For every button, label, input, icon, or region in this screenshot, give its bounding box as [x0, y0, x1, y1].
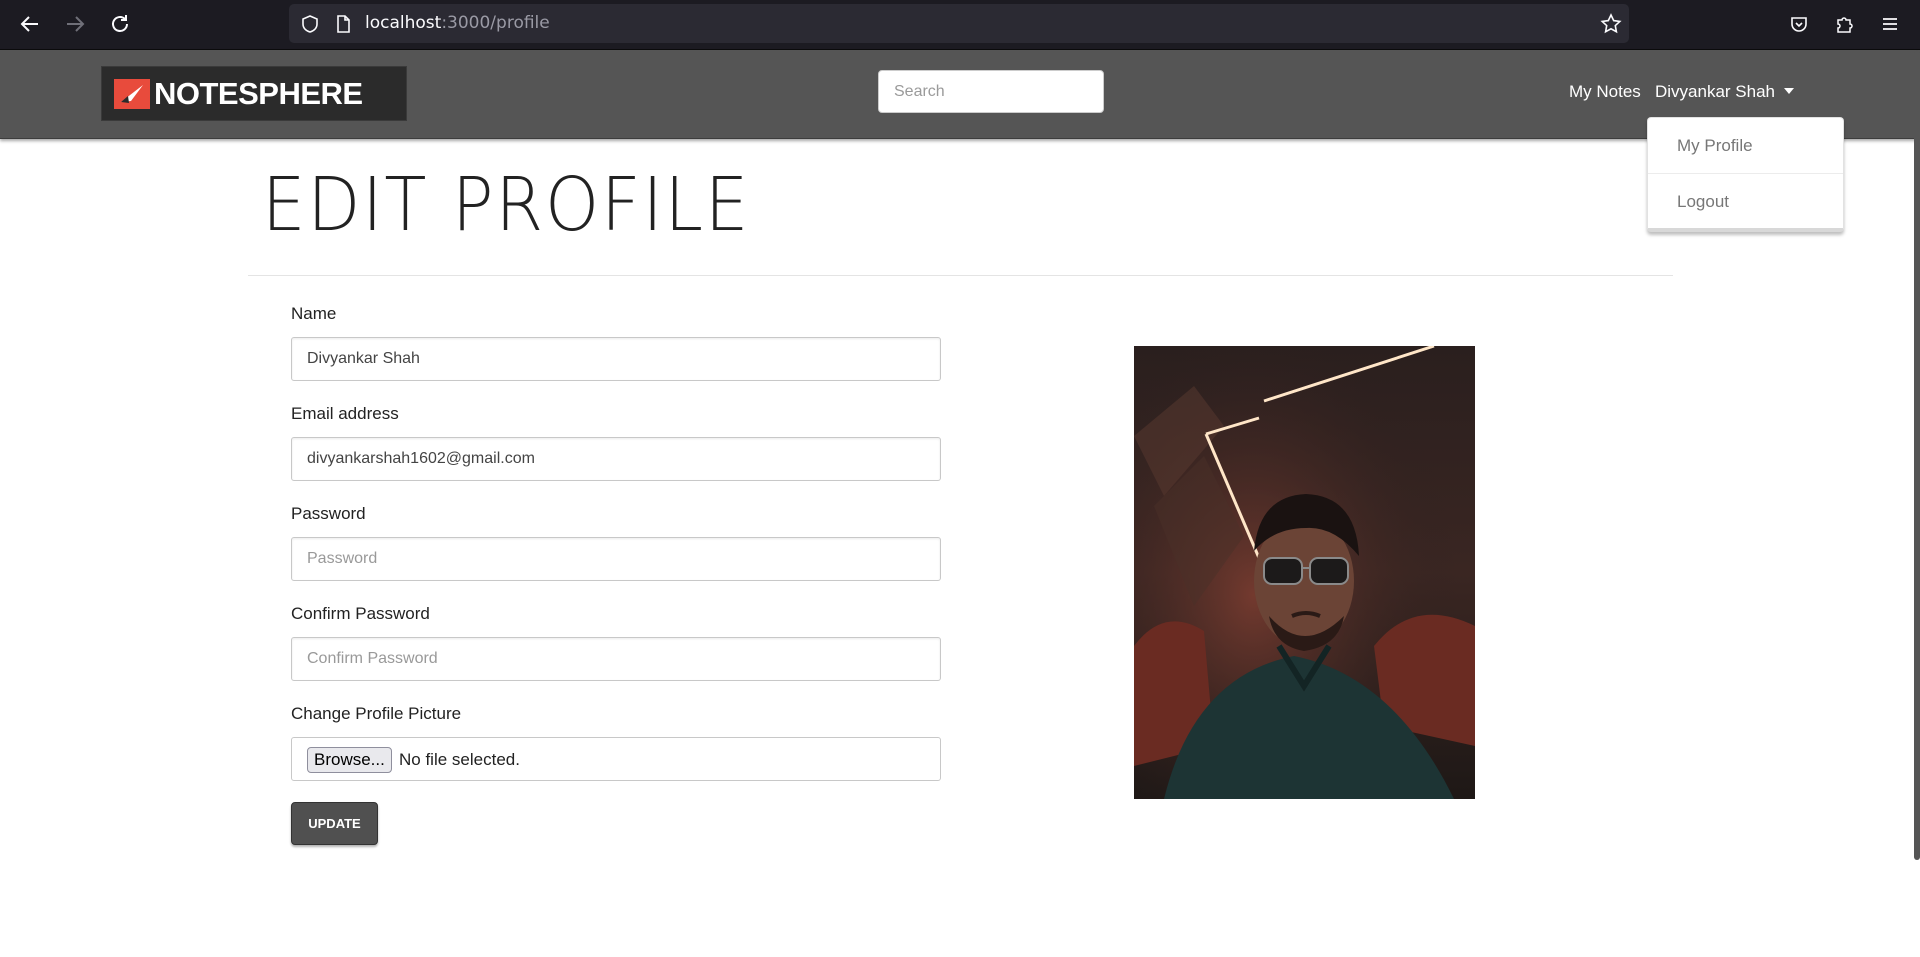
reload-icon [112, 15, 128, 32]
shield-icon [302, 15, 318, 33]
dropdown-item-logout[interactable]: Logout [1648, 174, 1843, 230]
profile-picture-label: Change Profile Picture [291, 704, 462, 723]
email-label: Email address [291, 404, 399, 423]
bookmark-star-icon[interactable] [1600, 13, 1622, 35]
page-title: EDIT PROFILE [262, 162, 751, 248]
confirm-password-label: Confirm Password [291, 604, 430, 623]
reload-button[interactable] [106, 10, 134, 38]
url-text: localhost:3000/profile [365, 13, 550, 33]
profile-photo-image [1134, 346, 1475, 799]
file-input[interactable]: Browse... No file selected. [291, 737, 941, 781]
puzzle-icon [1837, 17, 1853, 33]
file-status: No file selected. [399, 750, 520, 769]
pocket-icon [1791, 17, 1807, 32]
user-dropdown-menu: My Profile Logout [1647, 117, 1844, 232]
page-scrollbar[interactable] [1914, 50, 1920, 860]
arrow-right-icon [67, 16, 85, 32]
my-notes-link[interactable]: My Notes [1569, 50, 1641, 134]
back-button[interactable] [16, 10, 44, 38]
dropdown-item-my-profile[interactable]: My Profile [1648, 118, 1843, 174]
profile-photo [1134, 346, 1475, 799]
confirm-password-field[interactable] [291, 637, 941, 681]
user-name: Divyankar Shah [1655, 82, 1776, 101]
caret-down-icon [1784, 87, 1795, 94]
navbar: NOTESPHERE My Notes Divyankar Shah [0, 50, 1920, 139]
password-field[interactable] [291, 537, 941, 581]
name-label: Name [291, 304, 337, 323]
forward-button[interactable] [61, 10, 89, 38]
arrow-left-icon [20, 16, 38, 32]
hamburger-icon [1883, 18, 1897, 30]
title-divider [248, 275, 1673, 276]
password-label: Password [291, 504, 366, 523]
address-bar[interactable]: localhost:3000/profile [289, 4, 1629, 43]
menu-button[interactable] [1876, 10, 1904, 38]
logo-icon [114, 79, 150, 109]
browser-toolbar: localhost:3000/profile [0, 0, 1920, 50]
page-icon [337, 15, 350, 33]
browse-button[interactable]: Browse... [307, 747, 392, 773]
name-field[interactable] [291, 337, 941, 381]
search-input[interactable] [878, 70, 1104, 113]
email-field[interactable] [291, 437, 941, 481]
brand-name: NOTESPHERE [154, 76, 363, 111]
extensions-button[interactable] [1830, 10, 1858, 38]
brand-logo[interactable]: NOTESPHERE [101, 66, 407, 121]
pocket-button[interactable] [1785, 10, 1813, 38]
update-button[interactable]: UPDATE [291, 802, 378, 845]
